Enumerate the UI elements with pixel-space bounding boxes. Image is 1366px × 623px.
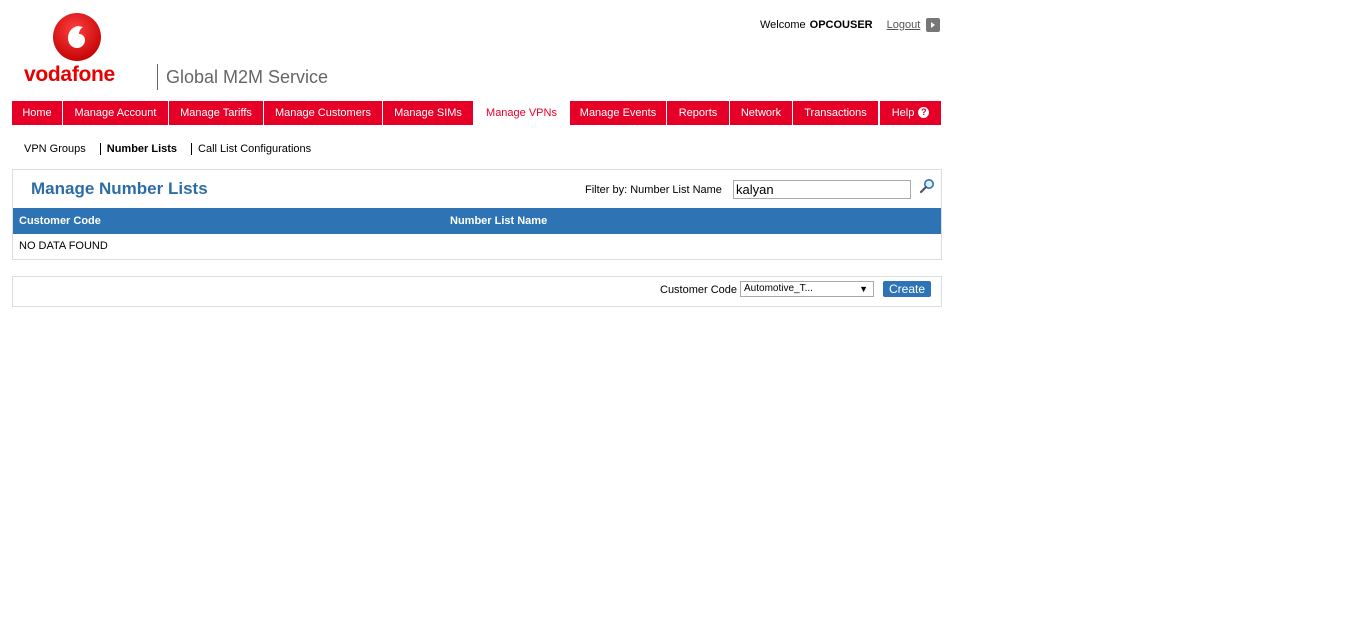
nav-manage-account[interactable]: Manage Account — [63, 101, 169, 125]
nav-manage-vpns[interactable]: Manage VPNs — [474, 101, 570, 125]
nav-help[interactable]: Help? — [879, 101, 942, 125]
question-mark-icon: ? — [918, 106, 930, 118]
nav-reports[interactable]: Reports — [667, 101, 730, 125]
nav-network[interactable]: Network — [730, 101, 793, 125]
welcome-text: Welcome — [760, 19, 806, 31]
main-nav: Home Manage Account Manage Tariffs Manag… — [12, 101, 942, 125]
chevron-down-icon: ▼ — [859, 284, 868, 294]
user-bar: Welcome OPCOUSER Logout — [760, 17, 941, 33]
subnav-divider — [99, 143, 101, 155]
play-arrow-icon — [931, 22, 936, 28]
nav-transactions[interactable]: Transactions — [793, 101, 879, 125]
subnav-call-list-configurations[interactable]: Call List Configurations — [198, 143, 311, 155]
customer-code-label: Customer Code — [660, 284, 738, 296]
brand-wordmark: vodafone — [24, 63, 115, 86]
logout-link[interactable]: Logout — [887, 19, 921, 31]
nav-manage-sims[interactable]: Manage SIMs — [383, 101, 474, 125]
nav-manage-customers[interactable]: Manage Customers — [264, 101, 383, 125]
subnav-vpn-groups[interactable]: VPN Groups — [24, 143, 86, 155]
customer-code-select[interactable]: Automotive_T... ▼ — [740, 281, 874, 297]
filter-input[interactable] — [733, 180, 911, 199]
column-header-customer-code[interactable]: Customer Code — [19, 208, 101, 234]
nav-help-label: Help — [891, 107, 915, 119]
username: OPCOUSER — [809, 19, 873, 31]
vodafone-logo: vodafone — [22, 12, 132, 88]
sub-nav: VPN Groups Number Lists Call List Config… — [24, 142, 311, 156]
create-bar: Customer Code Automotive_T... ▼ Create — [12, 276, 942, 307]
filter-label: Filter by: Number List Name — [585, 184, 722, 196]
customer-code-value: Automotive_T... — [744, 283, 813, 294]
magnifier-icon[interactable] — [919, 178, 935, 194]
create-button[interactable]: Create — [883, 281, 931, 297]
column-header-number-list-name[interactable]: Number List Name — [450, 208, 547, 234]
number-lists-panel: Manage Number Lists Filter by: Number Li… — [12, 169, 942, 260]
nav-home[interactable]: Home — [12, 101, 63, 125]
nav-manage-tariffs[interactable]: Manage Tariffs — [169, 101, 264, 125]
logout-button[interactable] — [926, 18, 941, 32]
table-header: Customer Code Number List Name — [13, 208, 941, 234]
subnav-number-lists[interactable]: Number Lists — [107, 143, 177, 155]
nav-manage-events[interactable]: Manage Events — [570, 101, 667, 125]
page-title: Manage Number Lists — [31, 179, 208, 198]
subnav-divider — [191, 143, 193, 155]
brand-divider — [157, 64, 158, 90]
service-name: Global M2M Service — [166, 67, 329, 87]
vodafone-speechmark-icon — [53, 13, 101, 61]
empty-message: NO DATA FOUND — [19, 240, 108, 252]
